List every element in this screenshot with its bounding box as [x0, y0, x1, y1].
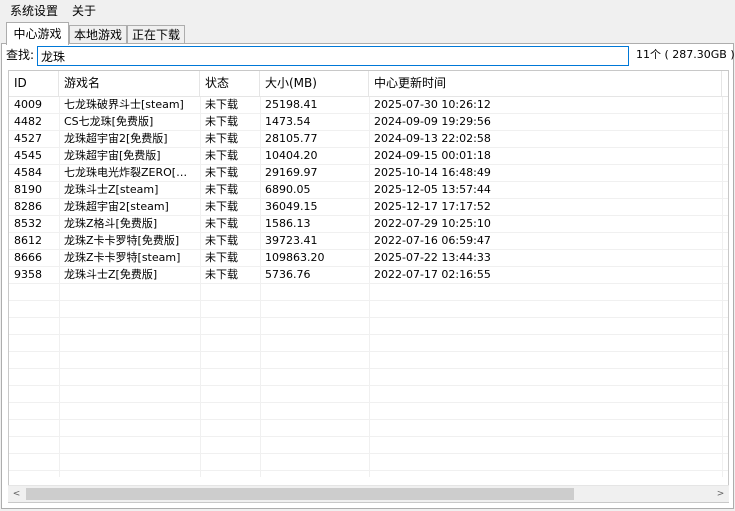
cell-updated: 2025-07-22 13:44:33	[374, 251, 491, 264]
empty-row	[9, 352, 728, 369]
empty-row	[9, 403, 728, 420]
cell-size: 6890.05	[265, 183, 311, 196]
tab-local-games[interactable]: 本地游戏	[69, 25, 127, 44]
cell-status: 未下载	[205, 200, 238, 213]
empty-row	[9, 318, 728, 335]
cell-id: 4009	[14, 98, 42, 111]
cell-name: 龙珠超宇宙[免费版]	[64, 149, 161, 162]
cell-size: 1473.54	[265, 115, 311, 128]
chevron-left-icon[interactable]: <	[8, 486, 25, 502]
cell-name: 七龙珠电光炸裂ZERO[…	[64, 166, 188, 179]
cell-id: 8666	[14, 251, 42, 264]
cell-status: 未下载	[205, 115, 238, 128]
cell-updated: 2024-09-13 22:02:58	[374, 132, 491, 145]
empty-row	[9, 437, 728, 454]
table-row[interactable]: 4545 龙珠超宇宙[免费版] 未下载 10404.20 2024-09-15 00:0…	[9, 148, 728, 165]
cell-id: 4527	[14, 132, 42, 145]
scroll-thumb[interactable]	[26, 488, 574, 500]
menu-item-about[interactable]: 关于	[70, 3, 98, 20]
cell-updated: 2022-07-16 06:59:47	[374, 234, 491, 247]
cell-status: 未下载	[205, 251, 238, 264]
cell-id: 8286	[14, 200, 42, 213]
empty-row	[9, 335, 728, 352]
cell-size: 1586.13	[265, 217, 311, 230]
tab-downloading[interactable]: 正在下载	[127, 25, 185, 44]
empty-row	[9, 454, 728, 471]
cell-status: 未下载	[205, 234, 238, 247]
horizontal-scrollbar[interactable]: < >	[8, 485, 729, 502]
table-row[interactable]: 4482 CS七龙珠[免费版] 未下载 1473.54 2024-09-09 19:29…	[9, 114, 728, 131]
cell-status: 未下载	[205, 268, 238, 281]
table-row[interactable]: 8666 龙珠Z卡卡罗特[steam] 未下载 109863.20 2025-07-22…	[9, 250, 728, 267]
cell-id: 4482	[14, 115, 42, 128]
cell-id: 9358	[14, 268, 42, 281]
column-header-size[interactable]: 大小(MB)	[260, 71, 369, 96]
cell-status: 未下载	[205, 98, 238, 111]
cell-name: CS七龙珠[免费版]	[64, 115, 154, 128]
cell-id: 8612	[14, 234, 42, 247]
tab-center-games[interactable]: 中心游戏	[6, 22, 69, 45]
cell-size: 29169.97	[265, 166, 318, 179]
cell-status: 未下载	[205, 149, 238, 162]
search-input[interactable]	[37, 46, 629, 66]
table-row[interactable]: 8286 龙珠超宇宙2[steam] 未下载 36049.15 2025-12-17 1…	[9, 199, 728, 216]
empty-row	[9, 369, 728, 386]
column-header-status[interactable]: 状态	[200, 71, 260, 96]
empty-row	[9, 301, 728, 318]
cell-size: 28105.77	[265, 132, 318, 145]
cell-id: 8190	[14, 183, 42, 196]
cell-size: 10404.20	[265, 149, 318, 162]
cell-updated: 2025-07-30 10:26:12	[374, 98, 491, 111]
cell-updated: 2025-12-17 17:17:52	[374, 200, 491, 213]
cell-updated: 2025-10-14 16:48:49	[374, 166, 491, 179]
table-row[interactable]: 4584 七龙珠电光炸裂ZERO[… 未下载 29169.97 2025-10-14 1…	[9, 165, 728, 182]
cell-id: 8532	[14, 217, 42, 230]
menu-bar: 系统设置 关于	[0, 0, 735, 22]
cell-status: 未下载	[205, 166, 238, 179]
cell-size: 5736.76	[265, 268, 311, 281]
table-header: ID 游戏名 状态 大小(MB) 中心更新时间	[9, 71, 728, 97]
cell-size: 109863.20	[265, 251, 325, 264]
cell-status: 未下载	[205, 217, 238, 230]
tab-strip: 中心游戏 本地游戏 正在下载	[0, 22, 735, 45]
cell-name: 七龙珠破界斗士[steam]	[64, 98, 184, 111]
cell-updated: 2022-07-17 02:16:55	[374, 268, 491, 281]
cell-name: 龙珠超宇宙2[steam]	[64, 200, 169, 213]
chevron-right-icon[interactable]: >	[712, 486, 729, 502]
cell-name: 龙珠Z卡卡罗特[steam]	[64, 251, 181, 264]
cell-id: 4545	[14, 149, 42, 162]
cell-updated: 2024-09-15 00:01:18	[374, 149, 491, 162]
table-row[interactable]: 9358 龙珠斗士Z[免费版] 未下载 5736.76 2022-07-17 02:16…	[9, 267, 728, 284]
table-body: 4009 七龙珠破界斗士[steam] 未下载 25198.41 2025-07-30 …	[9, 97, 728, 471]
empty-row	[9, 386, 728, 403]
empty-row	[9, 284, 728, 301]
table-row[interactable]: 8612 龙珠Z卡卡罗特[免费版] 未下载 39723.41 2022-07-16 06…	[9, 233, 728, 250]
table-row[interactable]: 8190 龙珠斗士Z[steam] 未下载 6890.05 2025-12-05 13:…	[9, 182, 728, 199]
cell-name: 龙珠斗士Z[steam]	[64, 183, 159, 196]
search-label: 查找:	[6, 48, 35, 62]
cell-name: 龙珠Z格斗[免费版]	[64, 217, 158, 230]
table-row[interactable]: 8532 龙珠Z格斗[免费版] 未下载 1586.13 2022-07-29 10:25…	[9, 216, 728, 233]
cell-status: 未下载	[205, 183, 238, 196]
cell-name: 龙珠斗士Z[免费版]	[64, 268, 158, 281]
cell-size: 36049.15	[265, 200, 318, 213]
cell-updated: 2022-07-29 10:25:10	[374, 217, 491, 230]
cell-name: 龙珠Z卡卡罗特[免费版]	[64, 234, 180, 247]
cell-size: 25198.41	[265, 98, 318, 111]
cell-updated: 2025-12-05 13:57:44	[374, 183, 491, 196]
column-header-updated[interactable]: 中心更新时间	[369, 71, 722, 96]
result-summary: 11个 ( 287.30GB )	[636, 48, 735, 61]
cell-size: 39723.41	[265, 234, 318, 247]
empty-row	[9, 420, 728, 437]
cell-name: 龙珠超宇宙2[免费版]	[64, 132, 168, 145]
cell-id: 4584	[14, 166, 42, 179]
column-header-name[interactable]: 游戏名	[59, 71, 200, 96]
table-row[interactable]: 4527 龙珠超宇宙2[免费版] 未下载 28105.77 2024-09-13 22:…	[9, 131, 728, 148]
cell-status: 未下载	[205, 132, 238, 145]
menu-item-system-settings[interactable]: 系统设置	[8, 3, 60, 20]
cell-updated: 2024-09-09 19:29:56	[374, 115, 491, 128]
table-row[interactable]: 4009 七龙珠破界斗士[steam] 未下载 25198.41 2025-07-30 …	[9, 97, 728, 114]
game-list[interactable]: ID 游戏名 状态 大小(MB) 中心更新时间 4009 七龙珠破界斗士[stea…	[8, 70, 729, 503]
column-header-id[interactable]: ID	[9, 71, 59, 96]
